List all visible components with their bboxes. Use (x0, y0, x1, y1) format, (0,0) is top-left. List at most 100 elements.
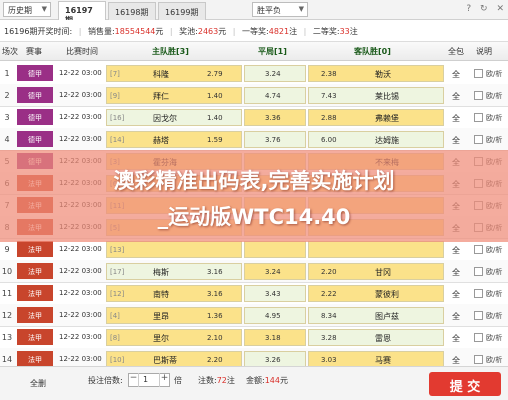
close-icon[interactable]: ✕ (496, 4, 504, 14)
table-row: 12 法甲 12-22 03:00 [4] 里昂 1.36 4.95 8.34 … (0, 304, 508, 327)
home-team: 梅斯 (153, 268, 169, 277)
draw-option[interactable]: 3.36 (244, 109, 306, 126)
match-time: 12-22 03:00 (59, 69, 102, 77)
table-row: 10 法甲 12-22 03:00 [17] 梅斯 3.16 3.24 2.20… (0, 260, 508, 283)
row-checkbox[interactable] (474, 289, 483, 298)
history-select[interactable]: 历史期 ▼ (3, 2, 51, 17)
row-checkbox[interactable] (474, 69, 483, 78)
away-odds: 3.03 (321, 356, 337, 364)
submit-button[interactable]: 提 交 (429, 372, 501, 396)
home-rank: [16] (110, 114, 125, 122)
play-type-select[interactable]: 胜平负 ▼ (252, 2, 308, 17)
select-all-button[interactable]: 全 (452, 267, 460, 278)
draw-option[interactable]: 3.76 (244, 131, 306, 148)
question-icon[interactable]: ? (466, 4, 471, 14)
tab-issue-16198[interactable]: 16198期 (108, 2, 156, 20)
tab-issue-16199[interactable]: 16199期 (158, 2, 206, 20)
first-prize-value: 4821 (268, 27, 290, 36)
amount-summary: 金额:144元 (246, 375, 288, 386)
col-all: 全包 (448, 47, 464, 56)
select-all-button[interactable]: 全 (452, 113, 460, 124)
home-odds: 3.16 (207, 290, 223, 298)
home-rank: [4] (110, 312, 120, 320)
row-checkbox[interactable] (474, 311, 483, 320)
home-team: 因戈尔 (153, 114, 177, 123)
analysis-link[interactable]: 欧/析 (486, 69, 502, 79)
away-win-option[interactable]: 7.43 莱比锡 (308, 87, 444, 104)
home-win-option[interactable]: [12] 南特 3.16 (106, 285, 242, 302)
select-all-button[interactable]: 全 (452, 91, 460, 102)
away-win-option[interactable]: 6.00 达姆施 (308, 131, 444, 148)
match-time: 12-22 03:00 (59, 311, 102, 319)
refresh-icon[interactable]: ↻ (480, 4, 488, 14)
row-checkbox[interactable] (474, 91, 483, 100)
overlay-title-line1: 澳彩精准出码表,完善实施计划 (113, 169, 395, 193)
draw-option[interactable]: 3.24 (244, 263, 306, 280)
home-win-option[interactable]: [4] 里昂 1.36 (106, 307, 242, 324)
analysis-link[interactable]: 欧/析 (486, 333, 502, 343)
draw-option[interactable]: 3.43 (244, 285, 306, 302)
analysis-link[interactable]: 欧/析 (486, 245, 502, 255)
analysis-link[interactable]: 欧/析 (486, 135, 502, 145)
home-rank: [14] (110, 136, 125, 144)
play-type-label: 胜平负 (257, 6, 281, 15)
select-all-button[interactable]: 全 (452, 245, 460, 256)
home-win-option[interactable]: [14] 赫塔 1.59 (106, 131, 242, 148)
row-checkbox[interactable] (474, 113, 483, 122)
tab-issue-16197[interactable]: 16197期 (58, 1, 106, 25)
match-number: 2 (4, 91, 10, 100)
home-team: 巴斯蒂 (153, 356, 177, 365)
minus-icon[interactable]: − (129, 373, 139, 387)
row-checkbox[interactable] (474, 333, 483, 342)
draw-option[interactable]: 4.95 (244, 307, 306, 324)
league-badge: 法甲 (17, 329, 53, 345)
plus-icon[interactable]: + (159, 373, 169, 387)
match-time: 12-22 03:00 (59, 245, 102, 253)
away-win-option[interactable]: 8.34 图卢兹 (308, 307, 444, 324)
row-checkbox[interactable] (474, 267, 483, 276)
row-checkbox[interactable] (474, 355, 483, 364)
multiplier-stepper[interactable]: − 1 + (128, 373, 170, 387)
clear-all-button[interactable]: 全删 (30, 378, 46, 389)
away-win-option[interactable]: 2.88 弗赖堡 (308, 109, 444, 126)
home-win-option[interactable]: [7] 科隆 2.79 (106, 65, 242, 82)
home-win-option[interactable]: [16] 因戈尔 1.40 (106, 109, 242, 126)
select-all-button[interactable]: 全 (452, 135, 460, 146)
analysis-link[interactable]: 欧/析 (486, 289, 502, 299)
select-all-button[interactable]: 全 (452, 69, 460, 80)
away-team: 甘冈 (375, 268, 391, 277)
row-checkbox[interactable] (474, 245, 483, 254)
bets-label: 注数: (198, 376, 217, 385)
analysis-link[interactable]: 欧/析 (486, 311, 502, 321)
home-team: 科隆 (153, 70, 169, 79)
select-all-button[interactable]: 全 (452, 289, 460, 300)
away-win-option[interactable]: 2.38 勒沃 (308, 65, 444, 82)
row-checkbox[interactable] (474, 135, 483, 144)
draw-option[interactable]: 4.74 (244, 87, 306, 104)
draw-option[interactable] (244, 241, 306, 258)
away-win-option[interactable]: 3.28 雷恩 (308, 329, 444, 346)
table-header: 场次 赛事 比赛时间 主队胜[3] 平局[1] 客队胜[0] 全包 说明 (0, 42, 508, 61)
home-win-option[interactable]: [8] 里尔 2.10 (106, 329, 242, 346)
away-win-option[interactable] (308, 241, 444, 258)
draw-option[interactable]: 3.18 (244, 329, 306, 346)
select-all-button[interactable]: 全 (452, 355, 460, 366)
analysis-link[interactable]: 欧/析 (486, 113, 502, 123)
home-win-option[interactable]: [9] 拜仁 1.40 (106, 87, 242, 104)
home-win-option[interactable]: [13] (106, 241, 242, 258)
draw-option[interactable]: 3.24 (244, 65, 306, 82)
league-badge: 法甲 (17, 351, 53, 367)
home-team: 里昂 (153, 312, 169, 321)
analysis-link[interactable]: 欧/析 (486, 267, 502, 277)
analysis-link[interactable]: 欧/析 (486, 91, 502, 101)
away-win-option[interactable]: 2.20 甘冈 (308, 263, 444, 280)
away-win-option[interactable]: 2.22 蒙彼利 (308, 285, 444, 302)
home-odds: 2.20 (207, 356, 223, 364)
analysis-link[interactable]: 欧/析 (486, 355, 502, 365)
league-badge: 德甲 (17, 131, 53, 147)
table-row: 1 德甲 12-22 03:00 [7] 科隆 2.79 3.24 2.38 勒… (0, 62, 508, 85)
select-all-button[interactable]: 全 (452, 311, 460, 322)
col-away: 客队胜[0] (354, 47, 391, 56)
home-win-option[interactable]: [17] 梅斯 3.16 (106, 263, 242, 280)
select-all-button[interactable]: 全 (452, 333, 460, 344)
